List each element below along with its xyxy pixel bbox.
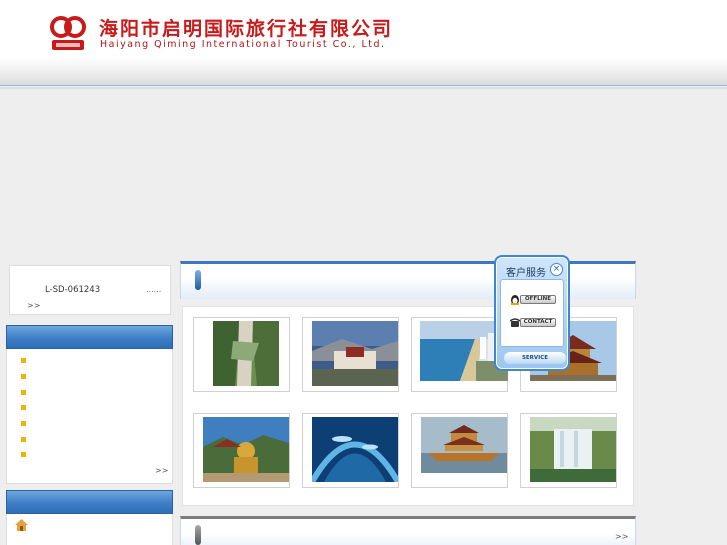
gallery-thumb-waterfall[interactable] [520,413,617,488]
list-bullet [21,390,26,395]
product-more-link[interactable]: >> [27,301,40,310]
home-icon[interactable] [15,519,28,531]
offline-label: OFFLINE [520,295,556,304]
customer-service-widget: 客户服务 × OFFLINE CONTACT SERVICE [494,255,570,371]
site-header: 海阳市启明国际旅行社有限公司 Haiyang Qiming Internatio… [0,0,727,58]
sidebar-header-home [6,490,173,514]
company-name-cn: 海阳市启明国际旅行社有限公司 [99,18,394,40]
sidebar-list: >> [6,349,173,484]
product-dots: ...... [146,285,162,294]
list-bullet [21,452,26,457]
gallery-thumb-potala-palace[interactable] [302,317,399,392]
bottom-more-link[interactable]: >> [615,532,628,541]
gallery-thumb-mountain-valley[interactable] [193,317,290,392]
gallery-thumb-dragon-boat[interactable] [411,413,508,488]
sidebar-more-link[interactable]: >> [155,466,168,475]
company-name-en: Haiyang Qiming International Tourist Co.… [100,39,386,50]
product-code[interactable]: L-SD-061243 [45,285,100,295]
list-bullet [21,437,26,442]
service-title: 客户服务 [506,268,546,279]
penguin-icon [511,295,519,305]
section-marker-icon [195,270,201,290]
service-footer-button[interactable]: SERVICE [504,352,566,364]
contact-label: CONTACT [520,318,556,327]
list-bullet [21,358,26,363]
gallery-thumb-buddha-statue[interactable] [193,413,290,488]
close-icon[interactable]: × [550,263,563,276]
list-bullet [21,374,26,379]
contact-button[interactable]: CONTACT [510,317,562,328]
list-bullet [21,405,26,410]
sidebar-home-panel [6,514,173,545]
company-logo[interactable] [50,14,86,52]
product-box: L-SD-061243 ...... >> [9,265,171,315]
sidebar-header-list [6,325,173,349]
navigation-bar [0,58,727,86]
phone-icon [510,318,520,327]
section-marker-icon [195,525,201,545]
qq-offline-button[interactable]: OFFLINE [510,294,562,305]
gallery-thumb-underwater-tunnel[interactable] [302,413,399,488]
content-header-bottom [180,516,636,545]
list-bullet [21,421,26,426]
nav-divider [0,87,727,89]
service-panel: OFFLINE CONTACT [500,279,564,347]
